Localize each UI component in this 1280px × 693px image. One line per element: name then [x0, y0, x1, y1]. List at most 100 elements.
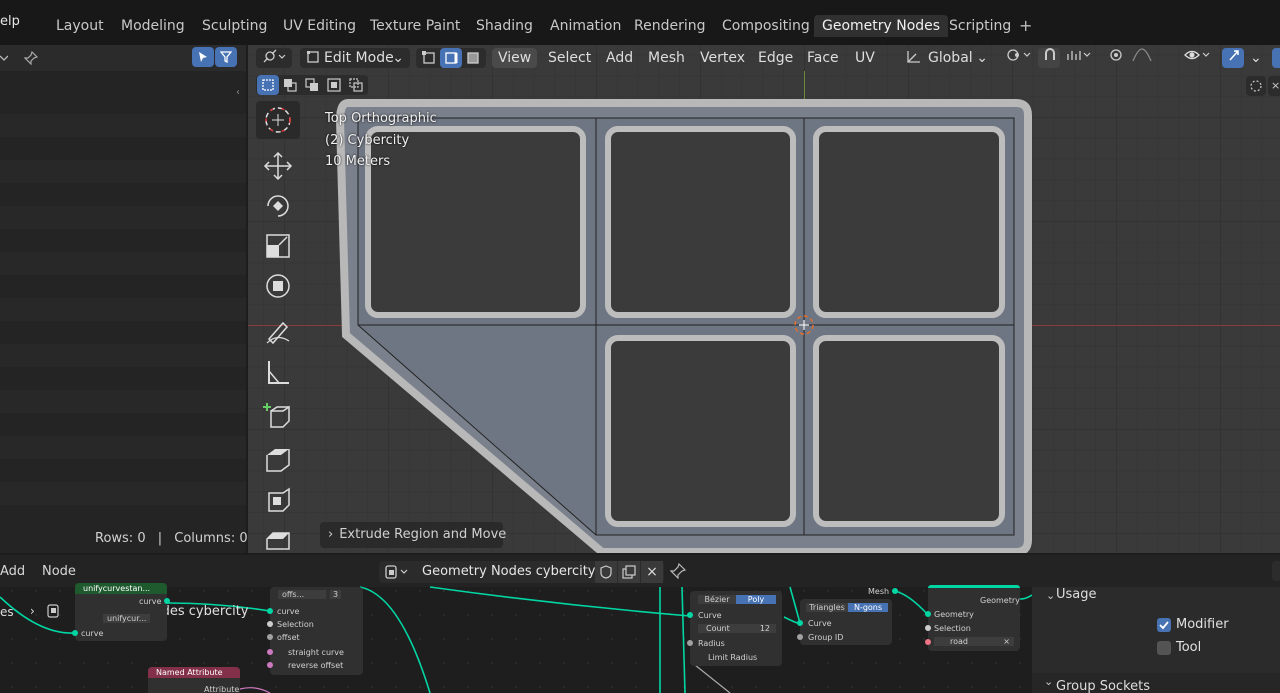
- add-cube-tool-icon[interactable]: [256, 397, 300, 435]
- checkbox-label[interactable]: straight curve: [288, 648, 344, 657]
- tab-uv-editing[interactable]: UV Editing: [275, 15, 364, 37]
- socket-geometry[interactable]: [164, 598, 170, 604]
- tab-layout[interactable]: Layout: [48, 15, 112, 37]
- rows-count: Rows: 0: [95, 531, 146, 546]
- close-icon[interactable]: ×: [1003, 637, 1010, 646]
- socket-label: Mesh: [868, 587, 890, 596]
- socket-geometry[interactable]: [72, 630, 78, 636]
- socket-geometry[interactable]: [925, 611, 931, 617]
- transform-tool-icon[interactable]: [256, 267, 300, 305]
- dropdown-icon[interactable]: [0, 48, 8, 68]
- unify-curve-node[interactable]: unifycurvestan... curve unifycur... curv…: [72, 583, 170, 641]
- checkbox-label[interactable]: Limit Radius: [708, 653, 757, 662]
- tab-shading[interactable]: Shading: [468, 15, 541, 37]
- socket-label: offset: [277, 633, 300, 642]
- count-label: Count: [706, 624, 730, 633]
- measure-tool-icon[interactable]: [256, 353, 300, 391]
- redo-operator-name: Extrude Region and Move: [339, 527, 507, 542]
- material-field[interactable]: road ×: [934, 637, 1014, 646]
- tab-modeling[interactable]: Modeling: [113, 15, 193, 37]
- mode-triangles[interactable]: Triangles: [806, 603, 848, 612]
- tab-geometry-nodes[interactable]: Geometry Nodes: [814, 15, 949, 37]
- tab-sculpting[interactable]: Sculpting: [194, 15, 275, 37]
- sidebar-toggle-icon[interactable]: [1272, 561, 1280, 581]
- socket-bool[interactable]: [925, 625, 931, 631]
- offset-curve-node[interactable]: offs... 3 curve Selection offset straigh…: [267, 587, 363, 675]
- selected-only-icon[interactable]: [192, 47, 214, 67]
- chevron-right-icon: ›: [30, 604, 35, 618]
- menu-help[interactable]: elp: [0, 14, 20, 29]
- tab-compositing[interactable]: Compositing: [714, 15, 818, 37]
- group-field[interactable]: offs...: [278, 590, 326, 599]
- redo-last-panel[interactable]: › Extrude Region and Move: [320, 522, 507, 548]
- material-name: road: [950, 637, 968, 646]
- socket-float[interactable]: [687, 640, 693, 646]
- spreadsheet-header: [0, 45, 246, 71]
- add-workspace-button[interactable]: +: [1019, 16, 1032, 35]
- socket-label: Curve: [698, 611, 722, 620]
- named-attribute-node[interactable]: Named Attribute Attribute: [148, 667, 240, 693]
- socket-label: curve: [81, 629, 104, 638]
- socket-geometry[interactable]: [797, 620, 803, 626]
- bevel-tool-icon[interactable]: [256, 521, 300, 553]
- socket-int[interactable]: [797, 634, 803, 640]
- move-tool-icon[interactable]: [256, 147, 300, 185]
- spreadsheet-rows: [0, 91, 246, 505]
- grid-scale: 10 Meters: [325, 154, 391, 169]
- node-header: [928, 585, 1020, 588]
- set-material-node[interactable]: Geometry Selection road ×: [925, 585, 1020, 651]
- checkbox-label[interactable]: reverse offset: [288, 661, 343, 670]
- chevron-down-icon[interactable]: ⌄: [1046, 589, 1055, 602]
- spreadsheet-footer: Rows: 0 | Columns: 0: [95, 531, 248, 546]
- breadcrumb-prefix: es: [0, 605, 14, 619]
- 3d-viewport[interactable]: Edit Mode ⌄ View Select Add Mesh Vertex …: [248, 45, 1280, 553]
- socket-label: curve: [277, 607, 300, 616]
- scale-tool-icon[interactable]: [256, 227, 300, 265]
- socket-label: Geometry: [934, 610, 974, 619]
- socket-label: Curve: [808, 619, 832, 628]
- group-sockets-header[interactable]: ⌄ Group Sockets: [1032, 673, 1280, 693]
- modifier-checkbox[interactable]: [1157, 618, 1171, 632]
- tool-checkbox[interactable]: [1157, 641, 1171, 655]
- socket-bool[interactable]: [267, 621, 273, 627]
- resample-curve-node[interactable]: Bézier Poly Curve Count 12 Radius Limit R…: [687, 591, 782, 666]
- socket-geometry[interactable]: [687, 612, 693, 618]
- tab-animation[interactable]: Animation: [542, 15, 629, 37]
- filter-icon[interactable]: [215, 47, 237, 67]
- fill-curve-node[interactable]: Triangles N-gons Curve Group ID: [797, 599, 892, 645]
- socket-material[interactable]: [925, 639, 931, 645]
- cursor-tool-icon[interactable]: [256, 101, 300, 139]
- annotate-tool-icon[interactable]: [256, 313, 300, 351]
- rotate-tool-icon[interactable]: [256, 187, 300, 225]
- group-properties-panel: ⌄ Usage Modifier Tool ⌄ Group Sockets: [1032, 587, 1280, 693]
- tab-texture-paint[interactable]: Texture Paint: [362, 15, 468, 37]
- xray-icon[interactable]: [1246, 76, 1266, 96]
- mode-ngons[interactable]: N-gons: [848, 603, 888, 612]
- active-object-name: (2) Cybercity: [325, 133, 410, 148]
- extrude-tool-icon[interactable]: [256, 441, 300, 479]
- socket-label: Selection: [934, 624, 971, 633]
- socket-bool[interactable]: [267, 662, 273, 668]
- subgroup-field[interactable]: unifycur...: [103, 614, 151, 623]
- tab-rendering[interactable]: Rendering: [626, 15, 714, 37]
- socket-bool[interactable]: [267, 649, 273, 655]
- workspace-topbar: elp Layout Modeling Sculpting UV Editing…: [0, 0, 1280, 45]
- user-count: 3: [330, 590, 342, 599]
- columns-count: Columns: 0: [174, 531, 248, 546]
- socket-float[interactable]: [267, 634, 273, 640]
- usage-panel-title[interactable]: Usage: [1056, 587, 1097, 602]
- pin-icon[interactable]: [20, 48, 42, 68]
- chevron-right-icon: ›: [328, 527, 334, 542]
- socket-geometry[interactable]: [267, 608, 273, 614]
- close-icon[interactable]: ×: [1268, 76, 1280, 96]
- modifier-label: Modifier: [1176, 617, 1229, 632]
- mode-poly[interactable]: Poly: [736, 595, 776, 604]
- node-editor[interactable]: Add Node Geometry Nodes cybercity × es ›…: [0, 555, 1280, 693]
- tool-label: Tool: [1176, 640, 1202, 655]
- socket-geometry[interactable]: [892, 588, 898, 594]
- tab-scripting[interactable]: Scripting: [941, 15, 1019, 37]
- count-field[interactable]: Count 12: [698, 624, 776, 633]
- collapse-arrow-icon[interactable]: ‹: [236, 87, 240, 98]
- inset-tool-icon[interactable]: [256, 481, 300, 519]
- mode-bezier[interactable]: Bézier: [698, 595, 736, 604]
